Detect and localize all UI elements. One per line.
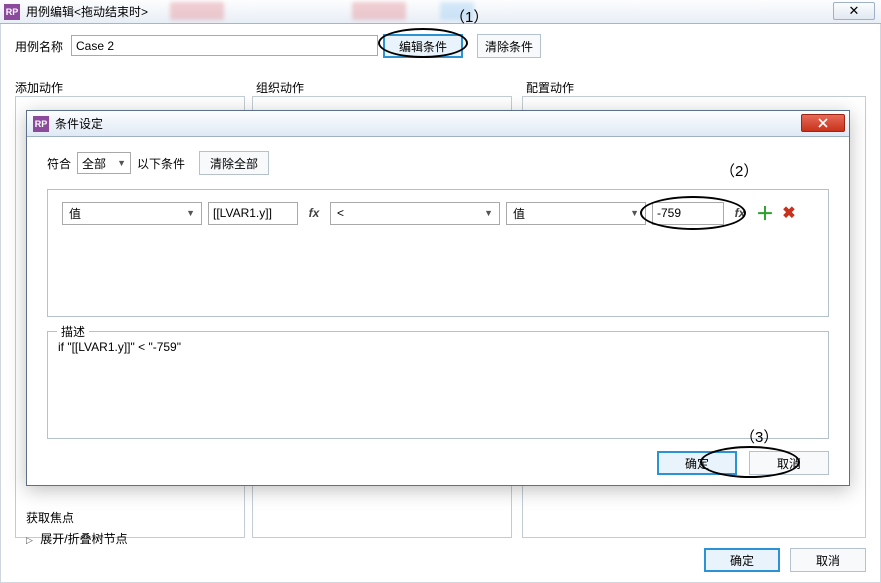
- rhs-value-input[interactable]: [652, 202, 724, 225]
- case-editor-cancel-label: 取消: [816, 552, 840, 569]
- operator-select[interactable]: < ▼: [330, 202, 500, 225]
- annotation-number: （1）: [450, 6, 488, 27]
- close-button[interactable]: ✕: [833, 2, 875, 20]
- operator-value: <: [337, 206, 344, 220]
- action-tree-expand-label: 展开/折叠树节点: [40, 532, 127, 546]
- condition-builder-body: 符合 全部 ▼ 以下条件 清除全部 值 ▼ fx < ▼: [27, 137, 849, 485]
- condition-ok-button[interactable]: 确定: [657, 451, 737, 475]
- close-icon: [818, 118, 828, 128]
- clear-all-button[interactable]: 清除全部: [199, 151, 269, 175]
- chevron-down-icon: ▼: [117, 158, 126, 168]
- condition-builder-title: 条件设定: [55, 115, 103, 132]
- condition-cancel-button[interactable]: 取消: [749, 451, 829, 475]
- edit-condition-label: 编辑条件: [399, 38, 447, 55]
- case-editor-cancel-button[interactable]: 取消: [790, 548, 866, 572]
- annotation-number: （2）: [720, 160, 758, 181]
- clear-condition-button[interactable]: 清除条件: [477, 34, 541, 58]
- chevron-down-icon: ▼: [630, 208, 639, 218]
- section-cfg-actions: 配置动作: [526, 79, 574, 96]
- action-get-focus[interactable]: 获取焦点: [16, 507, 244, 528]
- match-suffix: 以下条件: [137, 155, 185, 172]
- case-editor-ok-label: 确定: [730, 552, 754, 569]
- description-textarea[interactable]: if "[[LVAR1.y]]" < "-759": [47, 331, 829, 439]
- condition-builder-titlebar: RP 条件设定: [27, 111, 849, 137]
- case-name-label: 用例名称: [15, 38, 63, 55]
- edit-condition-button[interactable]: 编辑条件: [383, 34, 463, 58]
- case-name-input[interactable]: [71, 35, 378, 56]
- ghost-decoration: [352, 2, 406, 20]
- dialog-close-button[interactable]: [801, 114, 845, 132]
- clear-condition-label: 清除条件: [485, 38, 533, 55]
- rp-logo-icon: RP: [33, 116, 49, 132]
- lhs-value-input[interactable]: [208, 202, 298, 225]
- conditions-container: 值 ▼ fx < ▼ 值 ▼ fx ＋ ✖: [47, 189, 829, 317]
- rhs-fx-button[interactable]: fx: [730, 206, 750, 220]
- case-editor-ok-button[interactable]: 确定: [704, 548, 780, 572]
- chevron-down-icon: ▼: [186, 208, 195, 218]
- delete-condition-button[interactable]: ✖: [780, 203, 798, 223]
- rp-logo-icon: RP: [4, 4, 20, 20]
- rhs-type-value: 值: [513, 205, 525, 222]
- match-select-value: 全部: [82, 155, 106, 172]
- add-condition-button[interactable]: ＋: [756, 200, 774, 226]
- match-row: 符合 全部 ▼ 以下条件 清除全部: [47, 151, 829, 175]
- chevron-down-icon: ▼: [484, 208, 493, 218]
- close-icon: ✕: [849, 3, 860, 19]
- section-org-actions: 组织动作: [256, 79, 304, 96]
- condition-ok-label: 确定: [685, 455, 709, 472]
- rhs-type-select[interactable]: 值 ▼: [506, 202, 646, 225]
- condition-row: 值 ▼ fx < ▼ 值 ▼ fx ＋ ✖: [62, 200, 814, 226]
- description-group: 描述 if "[[LVAR1.y]]" < "-759": [47, 331, 829, 439]
- lhs-fx-button[interactable]: fx: [304, 206, 324, 220]
- match-select[interactable]: 全部 ▼: [77, 152, 131, 174]
- match-prefix: 符合: [47, 155, 71, 172]
- annotation-number: （3）: [740, 426, 778, 447]
- lhs-type-select[interactable]: 值 ▼: [62, 202, 202, 225]
- case-editor-title: 用例编辑<拖动结束时>: [26, 3, 148, 20]
- description-text: if "[[LVAR1.y]]" < "-759": [58, 340, 181, 354]
- clear-all-label: 清除全部: [210, 155, 258, 172]
- section-add-actions: 添加动作: [15, 79, 63, 96]
- lhs-type-value: 值: [69, 205, 81, 222]
- action-tree-expand[interactable]: 展开/折叠树节点: [16, 528, 244, 549]
- condition-cancel-label: 取消: [777, 455, 801, 472]
- ghost-decoration: [170, 2, 224, 20]
- description-label: 描述: [57, 323, 89, 340]
- case-editor-titlebar: RP 用例编辑<拖动结束时> ✕: [0, 0, 881, 24]
